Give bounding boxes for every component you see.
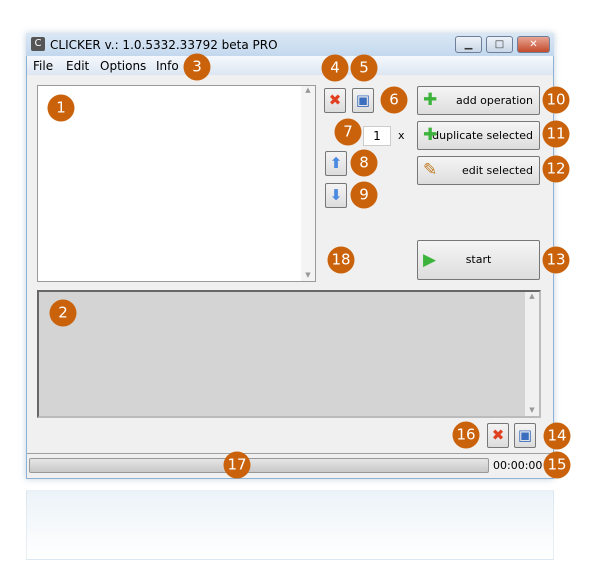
save-log-button[interactable]: ▣ (514, 423, 536, 448)
plus-icon: ✚ (423, 90, 438, 110)
close-button[interactable]: ✕ (517, 36, 550, 53)
move-down-button[interactable]: ⬇ (325, 183, 347, 208)
callout-17: 17 (223, 451, 251, 479)
button-label: edit selected (461, 164, 533, 177)
callout-8: 8 (350, 149, 378, 177)
log-panel[interactable]: ▲ ▼ (37, 290, 541, 418)
callout-2: 2 (49, 299, 77, 327)
edit-selected-button[interactable]: ✎ edit selected (417, 156, 540, 185)
maximize-button[interactable]: □ (486, 36, 513, 53)
callout-13: 13 (542, 246, 570, 274)
window-title: CLICKER v.: 1.0.5332.33792 beta PRO (50, 38, 278, 52)
repeat-suffix: x (398, 129, 405, 142)
menu-info[interactable]: Info (156, 59, 179, 73)
callout-7: 7 (334, 118, 362, 146)
delete-icon: ✖ (328, 91, 342, 109)
callout-11: 11 (542, 120, 570, 148)
duplicate-selected-button[interactable]: ✚ duplicate selected (417, 121, 540, 150)
elapsed-time: 00:00:00 (493, 459, 543, 472)
button-label: add operation (455, 94, 533, 107)
callout-4: 4 (321, 54, 349, 82)
progress-bar (29, 458, 489, 473)
floppy-save-icon: ▣ (517, 426, 533, 444)
window-reflection (26, 490, 554, 560)
callout-1: 1 (47, 94, 75, 122)
start-button[interactable]: ▶ start (417, 240, 540, 280)
operations-list[interactable]: ▲ ▼ (37, 85, 316, 282)
callout-9: 9 (350, 181, 378, 209)
minimize-button[interactable]: ▁ (455, 36, 482, 53)
button-label: duplicate selected (432, 129, 533, 142)
floppy-save-icon: ▣ (355, 91, 371, 109)
menu-edit[interactable]: Edit (66, 59, 89, 73)
callout-3: 3 (183, 53, 211, 81)
duplicate-icon: ✚ (423, 125, 438, 145)
save-operations-button[interactable]: ▣ (352, 88, 374, 113)
add-operation-button[interactable]: ✚ add operation (417, 86, 540, 115)
pencil-icon: ✎ (423, 160, 438, 180)
menu-file[interactable]: File (33, 59, 53, 73)
callout-5: 5 (350, 54, 378, 82)
callout-14: 14 (543, 422, 571, 450)
status-divider (27, 453, 553, 454)
scrollbar[interactable]: ▲ ▼ (525, 292, 539, 416)
callout-18: 18 (327, 246, 355, 274)
scrollbar[interactable]: ▲ ▼ (301, 86, 315, 281)
clear-log-button[interactable]: ✖ (487, 423, 509, 448)
arrow-down-icon: ⬇ (329, 186, 343, 204)
delete-operation-button[interactable]: ✖ (324, 88, 346, 113)
repeat-count-input[interactable]: 1 (363, 126, 391, 146)
app-icon: C (31, 37, 45, 51)
menu-options[interactable]: Options (100, 59, 146, 73)
play-icon: ▶ (423, 250, 437, 270)
callout-16: 16 (452, 421, 480, 449)
callout-10: 10 (542, 86, 570, 114)
delete-icon: ✖ (491, 426, 505, 444)
move-up-button[interactable]: ⬆ (325, 151, 347, 176)
arrow-up-icon: ⬆ (329, 154, 343, 172)
button-label: start (465, 253, 492, 266)
callout-12: 12 (542, 155, 570, 183)
callout-15: 15 (543, 451, 571, 479)
callout-6: 6 (380, 86, 408, 114)
